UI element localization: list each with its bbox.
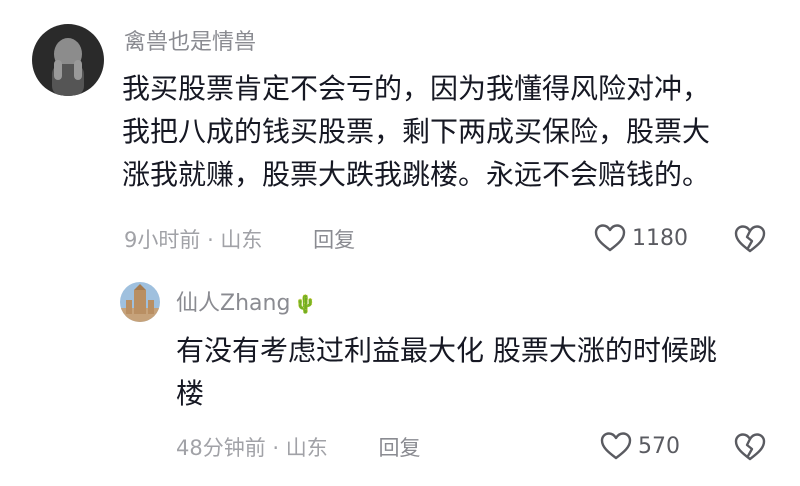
comment-line: 我把八成的钱买股票，剩下两成买保险，股票大 <box>122 115 711 148</box>
comment-text: 有没有考虑过利益最大化 股票大涨的时候跳 楼 <box>176 329 776 415</box>
comment-text: 我买股票肯定不会亏的，因为我懂得风险对冲， 我把八成的钱买股票，剩下两成买保险，… <box>122 67 762 196</box>
like-count: 570 <box>638 433 680 459</box>
broken-heart-icon <box>734 433 766 461</box>
timestamp: 9小时前 <box>124 228 201 252</box>
like-button[interactable]: 570 <box>600 431 680 461</box>
dislike-button[interactable] <box>734 432 766 462</box>
user-avatar-image <box>120 282 160 322</box>
comment-line: 有没有考虑过利益最大化 股票大涨的时候跳 <box>176 334 717 367</box>
dislike-button[interactable] <box>734 224 766 254</box>
reply-button[interactable]: 回复 <box>313 228 355 252</box>
like-count: 1180 <box>632 225 688 251</box>
reply-button[interactable]: 回复 <box>378 436 420 460</box>
comment-item: 禽兽也是情兽 我买股票肯定不会亏的，因为我懂得风险对冲， 我把八成的钱买股票，剩… <box>0 0 800 270</box>
username-text: 仙人Zhang <box>176 291 291 316</box>
comment-line: 我买股票肯定不会亏的，因为我懂得风险对冲， <box>122 72 711 105</box>
avatar[interactable] <box>32 24 104 96</box>
cactus-emoji: 🌵 <box>294 294 317 315</box>
meta-separator: · <box>207 228 221 252</box>
broken-heart-icon <box>734 225 766 253</box>
heart-icon <box>594 224 626 252</box>
avatar[interactable] <box>120 282 160 322</box>
location: 山东 <box>285 436 328 460</box>
user-avatar-image <box>32 24 104 96</box>
username[interactable]: 仙人Zhang 🌵 <box>176 293 317 315</box>
heart-icon <box>600 432 632 460</box>
like-button[interactable]: 1180 <box>594 223 688 253</box>
location: 山东 <box>220 228 263 252</box>
comment-meta: 48分钟前 · 山东 回复 <box>176 438 420 459</box>
comment-line: 涨我就赚，股票大跌我跳楼。永远不会赔钱的。 <box>122 158 711 191</box>
timestamp: 48分钟前 <box>176 436 266 460</box>
comment-line: 楼 <box>176 377 205 410</box>
comment-meta: 9小时前 · 山东 回复 <box>124 230 355 251</box>
reply-item: 仙人Zhang 🌵 有没有考虑过利益最大化 股票大涨的时候跳 楼 48分钟前 · … <box>0 270 800 486</box>
username[interactable]: 禽兽也是情兽 <box>124 32 256 54</box>
meta-separator: · <box>272 436 286 460</box>
